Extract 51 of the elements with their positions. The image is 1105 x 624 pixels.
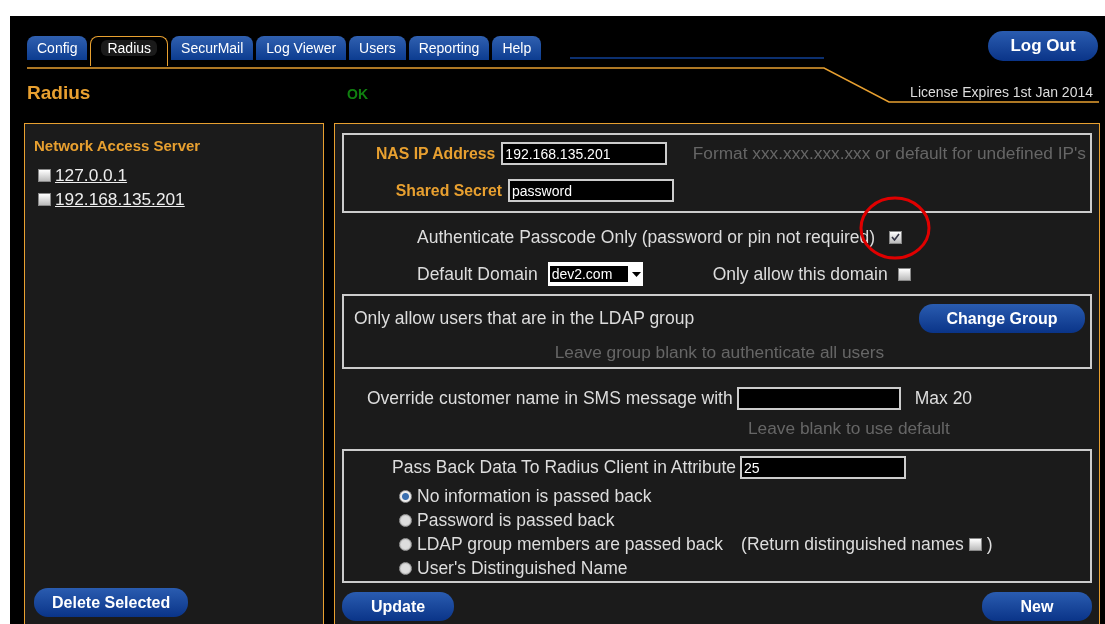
checkbox[interactable] bbox=[968, 537, 982, 551]
radio-button[interactable] bbox=[399, 513, 412, 527]
caret-icon bbox=[631, 271, 641, 277]
tab[interactable]: Users bbox=[349, 36, 406, 60]
tab[interactable]: Log Viewer bbox=[256, 36, 347, 60]
field-label: Default Domain bbox=[417, 263, 538, 285]
change-group-button[interactable]: Change Group bbox=[919, 304, 1085, 333]
server-link[interactable]: 127.0.0.1 bbox=[55, 164, 128, 186]
tab[interactable]: SecurMail bbox=[171, 36, 254, 60]
radio-label: No information is passed back bbox=[417, 485, 652, 507]
radio-label: LDAP group members are passed back bbox=[417, 533, 724, 555]
sidebar-title: Network Access Server bbox=[34, 137, 202, 154]
domain-select[interactable]: dev2.com bbox=[547, 262, 643, 286]
paren-text: ) bbox=[986, 533, 993, 555]
tab[interactable]: Reporting bbox=[408, 36, 490, 60]
max-length-text: Max 20 bbox=[914, 388, 973, 409]
server-link[interactable]: 192.168.135.201 bbox=[55, 188, 185, 210]
ip-address-field[interactable]: 192.168.135.201 bbox=[501, 142, 668, 165]
radio-button[interactable] bbox=[399, 561, 412, 575]
radio-label: Password is passed back bbox=[417, 509, 615, 531]
field-label: Override customer name in SMS message with bbox=[367, 388, 733, 409]
radio-button[interactable] bbox=[399, 489, 412, 503]
field-label: NAS IP Address bbox=[374, 144, 496, 163]
license-text: License Expires 1st Jan 2014 bbox=[910, 84, 1093, 100]
ldap-label: Only allow users that are in the LDAP group bbox=[354, 308, 695, 329]
checkbox[interactable] bbox=[897, 267, 911, 281]
tab[interactable]: Radius bbox=[90, 36, 169, 66]
attribute-field[interactable]: 25 bbox=[740, 456, 907, 479]
new-button[interactable]: New bbox=[982, 592, 1092, 621]
page-title: Radius bbox=[27, 82, 91, 104]
log-out-button[interactable]: Log Out bbox=[988, 31, 1098, 61]
group-hint: Leave group blank to authenticate all users bbox=[554, 342, 885, 362]
field-label: Shared Secret bbox=[394, 181, 502, 200]
tab[interactable]: Config bbox=[27, 36, 88, 60]
radio-button[interactable] bbox=[399, 537, 412, 551]
checkbox[interactable] bbox=[38, 192, 51, 206]
shared-secret-field[interactable]: password bbox=[508, 179, 674, 202]
format-hint: Format xxx.xxx.xxx.xxx or default for undefined IP's bbox=[692, 143, 1086, 164]
checkbox[interactable] bbox=[38, 168, 51, 182]
checkmark-icon bbox=[891, 233, 901, 241]
delete-selected-button[interactable]: Delete Selected bbox=[34, 588, 189, 617]
option-label: (Return distinguished names bbox=[741, 533, 964, 555]
field-label: Pass Back Data To Radius Client in Attribute bbox=[392, 457, 737, 478]
option-label: Only allow this domain bbox=[712, 263, 888, 285]
sms-name-field[interactable] bbox=[736, 387, 901, 410]
tab[interactable]: Help bbox=[492, 36, 542, 60]
status-text: OK bbox=[347, 86, 368, 102]
update-button[interactable]: Update bbox=[342, 592, 454, 621]
sms-hint: Leave blank to use default bbox=[748, 418, 950, 438]
radio-label: User's Distinguished Name bbox=[417, 557, 628, 579]
checkbox[interactable] bbox=[889, 230, 903, 244]
